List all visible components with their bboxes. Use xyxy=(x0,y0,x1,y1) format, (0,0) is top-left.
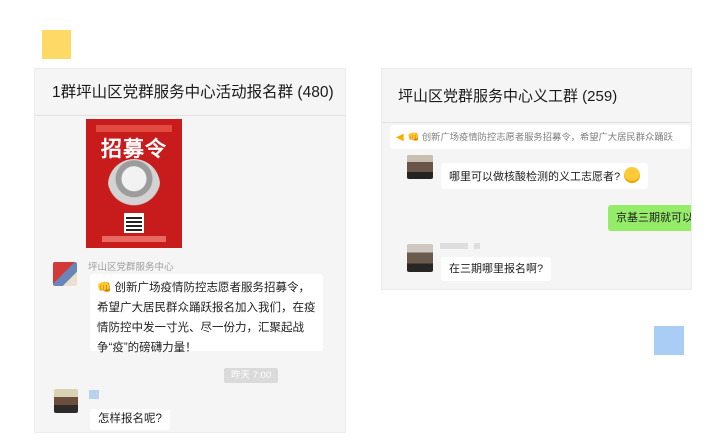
message-bubble[interactable]: 怎样报名呢? xyxy=(90,409,170,430)
message-sender-name: 坪山区党群服务中心 xyxy=(88,262,174,273)
avatar[interactable] xyxy=(54,389,78,413)
chat-title: 坪山区党群服务中心义工群 (259) xyxy=(382,69,691,123)
message-text: 哪里可以做核酸检测的义工志愿者? xyxy=(449,171,621,183)
notice-text: 👊 创新广场疫情防控志愿者服务招募令，希望广大居民群众踊跃 xyxy=(407,132,673,142)
message-text: 👊 创新广场疫情防控志愿者服务招募令，希望广大居民群众踊跃报名加入我们，在疫情防… xyxy=(97,282,316,354)
message-text: 京基三期就可以 xyxy=(616,212,692,224)
message-bubble[interactable]: 在三期哪里报名啊? xyxy=(441,257,552,281)
sender-name-redacted xyxy=(474,243,480,249)
message-text: 在三期哪里报名啊? xyxy=(449,263,544,275)
speaker-icon: ◀ xyxy=(396,132,404,143)
message-bubble[interactable]: 👊 创新广场疫情防控志愿者服务招募令，希望广大居民群众踊跃报名加入我们，在疫情防… xyxy=(90,274,323,354)
sender-name-redacted xyxy=(440,243,468,249)
poster-banner-strip xyxy=(96,125,172,132)
smile-emoji-icon xyxy=(624,167,641,183)
avatar[interactable] xyxy=(407,155,433,179)
chat-title: 1群坪山区党群服务中心活动报名群 (480) xyxy=(35,69,345,116)
timestamp-chip: 昨天 7:00 xyxy=(224,368,279,383)
qr-code-icon xyxy=(124,213,144,233)
message-text: 怎样报名呢? xyxy=(98,413,162,425)
sender-name-redacted xyxy=(89,390,99,399)
message-bubble[interactable]: 哪里可以做核酸检测的义工志愿者? xyxy=(441,163,649,189)
recruitment-poster-image[interactable]: 招募令 xyxy=(86,119,182,248)
self-message-bubble[interactable]: 京基三期就可以 xyxy=(608,205,692,231)
chat-window-volunteer-group: 坪山区党群服务中心义工群 (259) ◀ 👊 创新广场疫情防控志愿者服务招募令，希… xyxy=(381,68,692,290)
poster-footer-strip xyxy=(102,236,166,242)
chat-window-activity-group: 1群坪山区党群服务中心活动报名群 (480) 招募令 坪山区党群服务中心 👊 创… xyxy=(34,68,346,433)
decorative-yellow-square xyxy=(42,30,71,59)
decorative-blue-square xyxy=(654,326,684,355)
pinned-notice-bar[interactable]: ◀ 👊 创新广场疫情防控志愿者服务招募令，希望广大居民群众踊跃 xyxy=(390,125,690,149)
poster-figure-graphic xyxy=(108,159,160,211)
avatar[interactable] xyxy=(53,262,77,286)
avatar[interactable] xyxy=(407,244,433,272)
